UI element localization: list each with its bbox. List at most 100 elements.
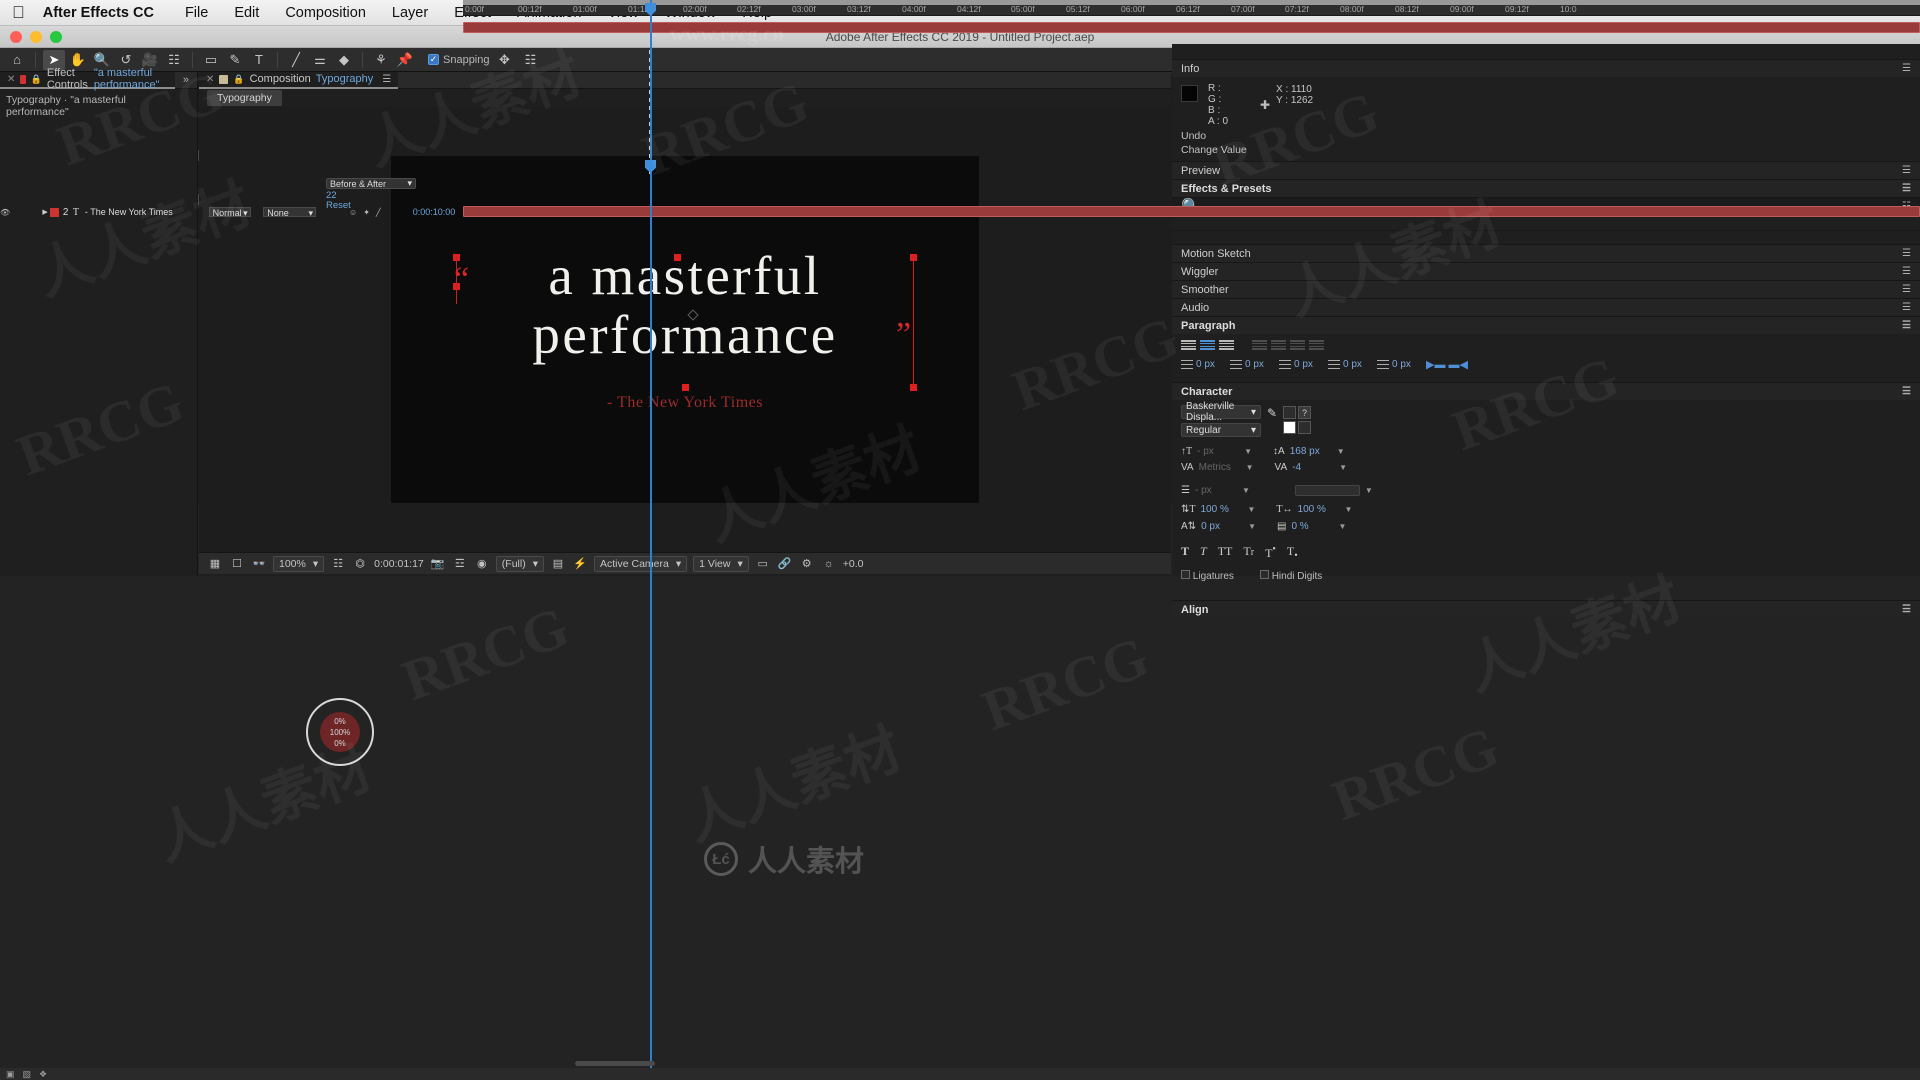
chevron-down-icon: ▾ [308, 208, 314, 218]
toggle-transparency-grid-icon[interactable]: ▦ [207, 556, 223, 571]
grid-guides-icon[interactable]: ☷ [330, 556, 346, 571]
comp-color-swatch [219, 74, 229, 84]
ruler-tick: 08:00f [1340, 4, 1364, 14]
watermark-logo: Łć 人人素材 [704, 838, 864, 880]
ruler-tick: 00:12f [518, 4, 542, 14]
menu-edit[interactable]: Edit [221, 5, 272, 21]
watermark-url: www.rrcg.cn [670, 22, 784, 46]
roto-brush-icon[interactable]: ⚘ [370, 50, 392, 70]
home-icon[interactable]: ⌂ [6, 50, 28, 70]
toggle-mask-icon[interactable]: ☐ [229, 556, 245, 571]
ruler-tick: 01:00f [573, 4, 597, 14]
effect-controls-tabbar: ✕ 🔒 Effect Controls "a masterful perform… [0, 67, 197, 91]
zoom-level-select[interactable]: 100% ▾ [273, 555, 325, 572]
toggle-switches-modes-icon[interactable]: ▣ [6, 1069, 15, 1080]
layer-duration: 0:00:10:00 [412, 207, 456, 217]
ruler-tick: 05:12f [1066, 4, 1090, 14]
zoom-level-value: 100% [279, 557, 306, 570]
layer-bar-track-2[interactable] [463, 206, 1920, 218]
layer-type-icon: T [72, 206, 79, 218]
rectangle-mask-icon[interactable]: ▭ [200, 50, 222, 70]
layer-quality-icon[interactable]: ╱ [376, 208, 381, 217]
scrub-popup-top: 0% [334, 716, 346, 726]
ruler-tick: 07:00f [1231, 4, 1255, 14]
tracking-amount-value[interactable]: 22 [326, 189, 416, 201]
current-time-indicator-marker[interactable] [645, 160, 656, 173]
ruler-tick: 08:12f [1395, 4, 1419, 14]
effect-controls-panel: ✕ 🔒 Effect Controls "a masterful perform… [0, 67, 198, 576]
layer-duration-bar[interactable] [463, 206, 1920, 217]
lock-icon[interactable]: 🔒 [31, 74, 42, 85]
type-icon[interactable]: T [248, 50, 270, 70]
tab-composition-label: Composition [249, 73, 311, 85]
ruler-tick: 03:00f [792, 4, 816, 14]
comp-chip[interactable]: Typography [207, 90, 282, 106]
toolbar-divider-4 [362, 51, 363, 68]
toggle-3d-view-icon[interactable]: 👓 [251, 556, 267, 571]
table-row[interactable]: 👁 ▶ 2 T - The New York Times Normal ▾ No… [0, 206, 463, 219]
layer-name[interactable]: - The New York Times [82, 207, 205, 217]
chevron-down-icon: ▾ [312, 557, 319, 570]
ruler-tick: 09:00f [1450, 4, 1474, 14]
panel-menu-icon[interactable]: ☰ [382, 74, 391, 85]
toolbar-divider [35, 51, 36, 68]
close-icon[interactable]: ✕ [206, 74, 214, 85]
layer-twirl-icon[interactable]: ▶ [41, 208, 50, 216]
ruler-tick: 09:12f [1505, 4, 1529, 14]
layer-blend-mode-value: Normal [212, 208, 242, 218]
menu-file[interactable]: File [172, 5, 221, 21]
apple-logo-icon[interactable]:  [12, 4, 25, 21]
layer-blend-mode[interactable]: Normal ▾ [208, 207, 251, 218]
effect-controls-subtitle: Typography · "a masterful performance" [6, 94, 126, 118]
clone-stamp-icon[interactable]: ⚌ [309, 50, 331, 70]
snapshot-icon[interactable]: 📷 [430, 556, 446, 571]
ruler-tick: 06:00f [1121, 4, 1145, 14]
pen-icon[interactable]: ✎ [224, 50, 246, 70]
timeline-ruler[interactable]: 0:00f 00:12f 01:00f 01:12f 02:00f 02:12f… [463, 0, 1920, 16]
brush-icon[interactable]: ╱ [285, 50, 307, 70]
ruler-tick: 03:12f [847, 4, 871, 14]
region-of-interest-icon[interactable]: ⏣ [352, 556, 368, 571]
close-icon[interactable]: ✕ [7, 74, 15, 85]
ruler-tick: 02:00f [683, 4, 707, 14]
toolbar-divider-3 [277, 51, 278, 68]
graph-editor-status-icon[interactable]: ▧ [23, 1069, 32, 1080]
viewbar-timecode[interactable]: 0:00:01:17 [374, 558, 424, 570]
menu-composition[interactable]: Composition [272, 5, 379, 21]
layer-trkmat[interactable]: None ▾ [263, 207, 317, 218]
ruler-tick: 06:12f [1176, 4, 1200, 14]
layer-collapse-icon[interactable]: ✦ [363, 208, 370, 217]
layer-label-color[interactable] [49, 207, 59, 217]
watermark-logo-text: 人人素材 [748, 844, 865, 878]
menu-app-name[interactable]: After Effects CC [43, 5, 172, 21]
snapping-checkbox[interactable]: ✓ [428, 54, 439, 65]
effect-controls-overflow-icon[interactable]: » [175, 74, 197, 86]
ruler-tick: 0:00f [465, 4, 484, 14]
ruler-tick: 02:12f [737, 4, 761, 14]
tab-effect-controls-layer: "a masterful performance" [93, 67, 160, 91]
ruler-tick: 05:00f [1011, 4, 1035, 14]
tab-composition[interactable]: ✕ 🔒 Composition Typography ☰ [199, 71, 399, 89]
timeline-horizontal-scrollbar[interactable] [575, 1061, 655, 1066]
chevron-down-icon: ▾ [407, 178, 412, 188]
eraser-icon[interactable]: ◆ [333, 50, 355, 70]
tracking-type-select[interactable]: Before & After ▾ [326, 178, 416, 189]
puppet-pin-icon[interactable]: 📌 [394, 50, 416, 70]
layer-shy-icon[interactable]: ☺ [349, 208, 357, 217]
timeline-track-area[interactable]: 0:00f 00:12f 01:00f 01:12f 02:00f 02:12f… [463, 0, 1920, 1080]
menu-layer[interactable]: Layer [379, 5, 441, 21]
after-effects-window:  After Effects CC File Edit Composition… [0, 0, 1920, 1080]
ruler-tick: 04:12f [957, 4, 981, 14]
layer-color-swatch [20, 74, 26, 84]
status-bar: ▣ ▧ ❖ [0, 1068, 1920, 1080]
tab-effect-controls[interactable]: ✕ 🔒 Effect Controls "a masterful perform… [0, 67, 175, 91]
ruler-tick: 10:0 [1560, 4, 1577, 14]
frame-status-icon[interactable]: ❖ [39, 1069, 47, 1080]
layer-visibility-toggle[interactable]: 👁 [0, 208, 10, 217]
layer-trkmat-value: None [267, 208, 289, 218]
scrub-value-popup: 0% 100% 0% [306, 698, 374, 766]
lock-icon[interactable]: 🔒 [233, 74, 244, 85]
scrub-popup-bottom: 0% [334, 738, 346, 748]
tab-effect-controls-label: Effect Controls [46, 67, 88, 91]
watermark-logo-mark: Łć [704, 842, 738, 876]
